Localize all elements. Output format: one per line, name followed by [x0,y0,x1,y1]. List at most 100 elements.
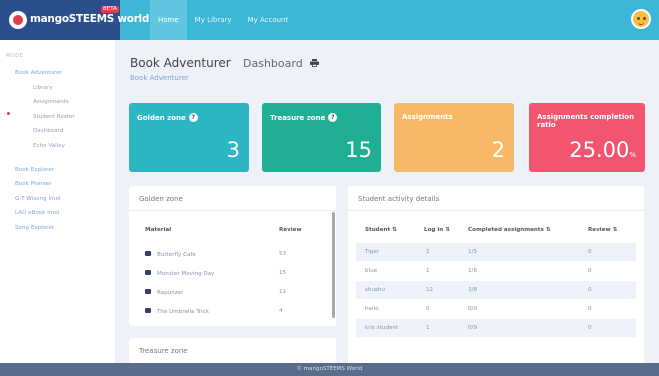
sidebar-item[interactable]: Book Pioneer [15,181,52,187]
golden-zone-card: Golden zone 3 [129,103,249,172]
sort-icon: ⇅ [445,227,450,233]
table-row[interactable]: Monster Moving Day 15 [129,264,336,282]
sidebar-item[interactable]: Song Explorer [15,225,54,231]
card-label: Golden zone [137,114,186,122]
column-header-student: Student [365,227,391,233]
divider [129,210,336,211]
table-row[interactable]: hello 0 0/0 0 [356,300,636,318]
review-cell: 0 [588,325,592,331]
material-cell: Butterfly Cafe [157,252,196,258]
table-row[interactable]: shushu 12 3/8 0 [356,281,636,299]
nav-my-library[interactable]: My Library [187,0,240,40]
card-unit: % [629,151,636,159]
card-value: 25.00 [569,138,630,162]
completed-cell: 3/8 [468,287,478,293]
sidebar-item[interactable]: Assignments [33,99,69,105]
column-header-review[interactable]: Review [279,227,302,233]
footer: © mangoSTEEMS World [0,363,659,376]
sidebar-item[interactable]: LAO eBook lmol [15,210,59,216]
card-value: 15 [345,138,372,162]
sort-icon: ⇅ [545,227,551,233]
table-row[interactable]: Rapunzel 11 [129,283,336,301]
sidebar-item[interactable]: Library [33,85,53,91]
beta-badge: BETA [101,6,119,13]
student-cell: hello [365,306,379,312]
info-icon[interactable] [328,113,338,122]
treasure-zone-card: Treasure zone 15 [262,103,381,172]
completed-cell: 1/5 [468,249,478,255]
column-header-material[interactable]: Material [145,227,171,233]
review-cell: 0 [588,268,592,274]
golden-zone-panel: Golden zone Material Review Butterfly Ca… [129,186,336,326]
card-value: 2 [491,138,505,162]
material-cell: Rapunzel [157,290,183,296]
panel-title: Student activity details [358,195,440,203]
login-cell: 0 [426,306,430,312]
review-cell: 11 [279,289,287,295]
login-cell: 1 [426,325,430,331]
material-cell: Monster Moving Day [157,271,215,277]
logo-icon [9,11,27,29]
top-navbar: mangoSTEEMS world BETA Home My Library M… [0,0,659,40]
table-row[interactable]: Tiger 2 1/5 0 [356,243,636,261]
student-cell: blue [365,268,378,274]
review-cell: 0 [588,306,592,312]
review-cell: 0 [588,287,592,293]
student-cell: shushu [365,287,386,293]
material-cell: The Umbrella Trick [157,309,209,315]
book-icon [145,270,151,275]
sort-icon: ⇅ [612,227,618,233]
nav-my-account[interactable]: My Account [240,0,297,40]
table-row[interactable]: kris student 1 0/9 0 [356,319,636,337]
column-header-review: Review [588,227,611,233]
page-title: Book Adventurer [130,56,231,70]
login-cell: 2 [426,249,430,255]
page-subtitle: Dashboard [243,57,303,70]
divider [348,210,644,211]
main-nav: Home My Library My Account [150,0,296,40]
completed-cell: 1/6 [468,268,478,274]
sidebar-item[interactable]: Book Adventurer [15,70,62,76]
sidebar: MODE Book Adventurer Library Assignments St… [0,40,115,363]
card-label: Assignments completion ratio [537,113,635,129]
column-header-completed: Completed assignments [468,227,544,233]
table-row[interactable]: The Umbrella Trick 4 [129,302,336,320]
completed-cell: 0/9 [468,325,478,331]
table-row[interactable]: blue 1 1/6 0 [356,262,636,280]
card-label: Assignments [402,113,453,121]
card-value: 3 [226,138,240,162]
info-icon[interactable] [188,113,198,122]
brand-logo[interactable]: mangoSTEEMS world BETA [0,0,149,40]
sidebar-item[interactable]: G.T Wisong lmol [15,196,60,202]
active-dot-icon [7,112,10,115]
print-icon[interactable] [310,59,319,67]
student-cell: kris student [365,325,399,331]
sort-icon: ⇅ [392,227,397,233]
review-cell: 53 [279,251,287,257]
user-avatar[interactable] [631,9,651,29]
book-icon [145,251,151,256]
sidebar-item[interactable]: Echo Valley [33,143,65,149]
sidebar-item[interactable]: Dashboard [33,128,63,134]
sidebar-section-label: MODE [6,53,24,59]
column-header-log-in: Log in [424,227,444,233]
card-label: Treasure zone [270,114,326,122]
review-cell: 0 [588,249,592,255]
nav-home[interactable]: Home [150,0,187,40]
review-cell: 15 [279,270,287,276]
completed-cell: 0/0 [468,306,478,312]
assignments-card: Assignments 2 [394,103,514,172]
student-cell: Tiger [365,249,380,255]
book-icon [145,289,151,294]
student-activity-panel: Student activity details Student ⇅ Log i… [348,186,644,368]
login-cell: 12 [426,287,434,293]
sidebar-item[interactable]: Student Roster [33,114,75,120]
login-cell: 1 [426,268,430,274]
book-icon [145,308,151,313]
breadcrumb[interactable]: Book Adventurer [130,74,189,82]
panel-scrollbar[interactable] [332,212,335,318]
brand-name: mangoSTEEMS world [30,13,150,25]
panel-title: Golden zone [139,195,183,203]
sidebar-item[interactable]: Book Explorer [15,167,54,173]
table-row[interactable]: Butterfly Cafe 53 [129,245,336,263]
